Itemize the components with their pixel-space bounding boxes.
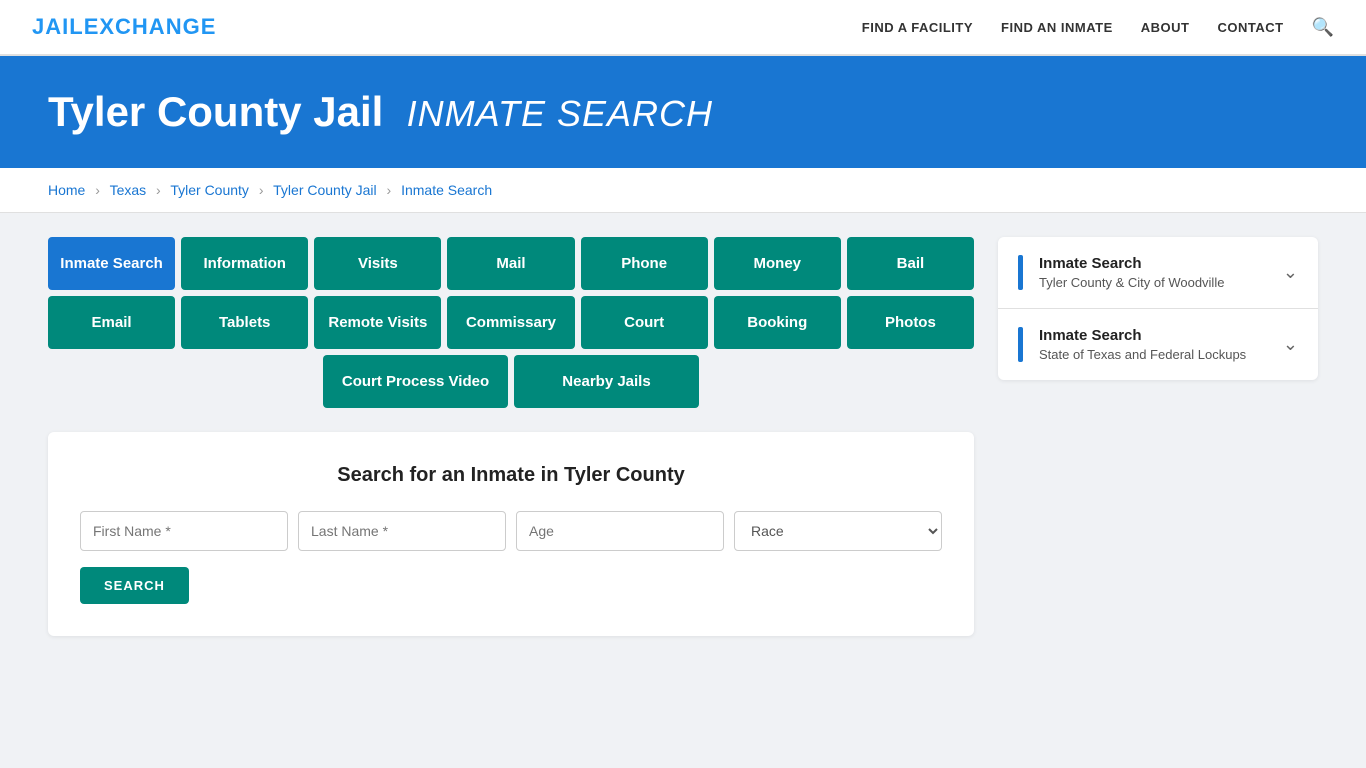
- nav-buttons-row3: Court Process Video Nearby Jails: [48, 355, 974, 408]
- sidebar-accent-0: [1018, 255, 1023, 290]
- nav-find-facility[interactable]: FIND A FACILITY: [862, 20, 973, 35]
- btn-commissary[interactable]: Commissary: [447, 296, 574, 349]
- page-subtitle: INMATE SEARCH: [407, 93, 713, 134]
- search-icon[interactable]: 🔍: [1312, 17, 1334, 38]
- btn-phone[interactable]: Phone: [581, 237, 708, 290]
- btn-booking[interactable]: Booking: [714, 296, 841, 349]
- breadcrumb-sep-4: ›: [387, 182, 392, 198]
- sidebar-subtitle-1: State of Texas and Federal Lockups: [1039, 347, 1246, 362]
- sidebar-item-left-1: Inmate Search State of Texas and Federal…: [1018, 327, 1246, 362]
- sidebar-subtitle-0: Tyler County & City of Woodville: [1039, 275, 1224, 290]
- breadcrumb-home[interactable]: Home: [48, 182, 85, 198]
- logo[interactable]: JAILEXCHANGE: [32, 14, 216, 40]
- btn-visits[interactable]: Visits: [314, 237, 441, 290]
- btn-money[interactable]: Money: [714, 237, 841, 290]
- facility-name: Tyler County Jail: [48, 88, 383, 135]
- sidebar-card: Inmate Search Tyler County & City of Woo…: [998, 237, 1318, 380]
- search-box: Search for an Inmate in Tyler County Rac…: [48, 432, 974, 636]
- btn-photos[interactable]: Photos: [847, 296, 974, 349]
- breadcrumb-tyler-county[interactable]: Tyler County: [170, 182, 249, 198]
- content-right: Inmate Search Tyler County & City of Woo…: [998, 237, 1318, 636]
- search-fields: Race White Black Hispanic Asian Other: [80, 511, 942, 551]
- breadcrumb-sep-2: ›: [156, 182, 161, 198]
- age-input[interactable]: [516, 511, 724, 551]
- navbar: JAILEXCHANGE FIND A FACILITY FIND AN INM…: [0, 0, 1366, 56]
- btn-remote-visits[interactable]: Remote Visits: [314, 296, 441, 349]
- btn-information[interactable]: Information: [181, 237, 308, 290]
- breadcrumb: Home › Texas › Tyler County › Tyler Coun…: [0, 168, 1366, 213]
- race-select[interactable]: Race White Black Hispanic Asian Other: [734, 511, 942, 551]
- chevron-down-icon-1: ⌄: [1283, 334, 1298, 355]
- nav-about[interactable]: ABOUT: [1141, 20, 1190, 35]
- sidebar-item-0[interactable]: Inmate Search Tyler County & City of Woo…: [998, 237, 1318, 309]
- sidebar-text-0: Inmate Search Tyler County & City of Woo…: [1039, 255, 1224, 290]
- btn-bail[interactable]: Bail: [847, 237, 974, 290]
- first-name-input[interactable]: [80, 511, 288, 551]
- sidebar-title-1: Inmate Search: [1039, 327, 1246, 344]
- logo-part1: JAIL: [32, 14, 84, 39]
- sidebar-item-left-0: Inmate Search Tyler County & City of Woo…: [1018, 255, 1224, 290]
- sidebar-title-0: Inmate Search: [1039, 255, 1224, 272]
- nav-buttons-row2: Email Tablets Remote Visits Commissary C…: [48, 296, 974, 349]
- btn-court[interactable]: Court: [581, 296, 708, 349]
- nav-contact[interactable]: CONTACT: [1217, 20, 1283, 35]
- search-button[interactable]: SEARCH: [80, 567, 189, 604]
- sidebar-accent-1: [1018, 327, 1023, 362]
- nav-find-inmate[interactable]: FIND AN INMATE: [1001, 20, 1113, 35]
- nav-buttons-section: Inmate Search Information Visits Mail Ph…: [48, 237, 974, 408]
- btn-nearby-jails[interactable]: Nearby Jails: [514, 355, 699, 408]
- sidebar-item-1[interactable]: Inmate Search State of Texas and Federal…: [998, 309, 1318, 380]
- breadcrumb-sep-1: ›: [95, 182, 100, 198]
- last-name-input[interactable]: [298, 511, 506, 551]
- breadcrumb-tyler-county-jail[interactable]: Tyler County Jail: [273, 182, 376, 198]
- chevron-down-icon-0: ⌄: [1283, 262, 1298, 283]
- page-title: Tyler County Jail INMATE SEARCH: [48, 88, 1318, 136]
- nav-buttons-row1: Inmate Search Information Visits Mail Ph…: [48, 237, 974, 290]
- btn-inmate-search[interactable]: Inmate Search: [48, 237, 175, 290]
- breadcrumb-texas[interactable]: Texas: [110, 182, 147, 198]
- search-title: Search for an Inmate in Tyler County: [80, 464, 942, 487]
- nav-links: FIND A FACILITY FIND AN INMATE ABOUT CON…: [862, 17, 1334, 38]
- hero-section: Tyler County Jail INMATE SEARCH: [0, 56, 1366, 168]
- logo-highlight: EXCHANGE: [84, 14, 217, 39]
- content-left: Inmate Search Information Visits Mail Ph…: [48, 237, 974, 636]
- btn-court-process-video[interactable]: Court Process Video: [323, 355, 508, 408]
- sidebar-text-1: Inmate Search State of Texas and Federal…: [1039, 327, 1246, 362]
- btn-mail[interactable]: Mail: [447, 237, 574, 290]
- btn-email[interactable]: Email: [48, 296, 175, 349]
- btn-tablets[interactable]: Tablets: [181, 296, 308, 349]
- breadcrumb-sep-3: ›: [259, 182, 264, 198]
- main-content: Inmate Search Information Visits Mail Ph…: [0, 213, 1366, 660]
- breadcrumb-inmate-search[interactable]: Inmate Search: [401, 182, 492, 198]
